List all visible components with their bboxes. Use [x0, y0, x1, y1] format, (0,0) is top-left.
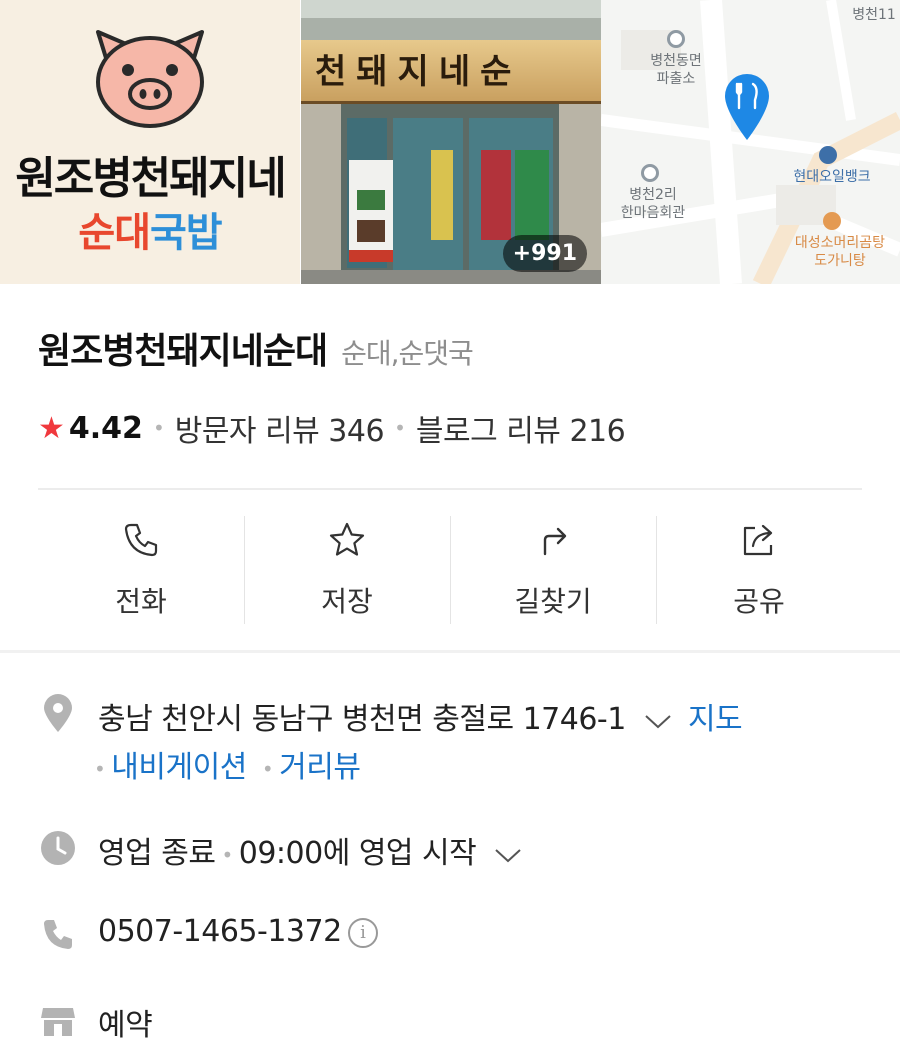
- pig-logo-icon: [96, 30, 204, 128]
- map-label-police: 병천동면 파출소: [650, 53, 702, 87]
- phone-filled-icon: [44, 920, 72, 949]
- address-links-row: • 내비게이션 • 거리뷰: [94, 742, 361, 786]
- phone-row: 0507-1465-1372 i: [98, 914, 378, 949]
- reservation-row[interactable]: 예약: [98, 1000, 153, 1044]
- blog-reviews-link[interactable]: 블로그 리뷰 216: [416, 406, 626, 450]
- map-label-hall: 병천2리 한마음회관: [620, 187, 686, 221]
- map-link[interactable]: 지도: [688, 702, 743, 737]
- chevron-down-icon[interactable]: [493, 845, 523, 865]
- logo-subtitle: 순대국밥: [78, 210, 222, 256]
- divider: [38, 488, 862, 490]
- title-row: 원조병천돼지네순대 순대,순댓국: [38, 322, 474, 374]
- info-icon[interactable]: i: [347, 917, 378, 948]
- star-icon: ★: [38, 410, 65, 446]
- directions-label: 길찾기: [514, 585, 592, 618]
- share-label: 공유: [733, 585, 785, 618]
- store-sign: 천돼지네순: [301, 40, 601, 104]
- photo-strip: 원조병천돼지네 순대국밥 천돼지네순 +991 병천동면 파출소 현대오일뱅크 …: [0, 0, 900, 284]
- business-status: 영업 종료: [98, 836, 216, 871]
- phone-number[interactable]: 0507-1465-1372: [98, 914, 342, 949]
- share-icon: [743, 524, 773, 556]
- directions-icon: [543, 527, 567, 556]
- address-row: 충남 천안시 동남구 병천면 충절로 1746-1 지도: [98, 694, 743, 738]
- visitor-reviews-link[interactable]: 방문자 리뷰 346: [175, 406, 385, 450]
- logo-name: 원조병천돼지네: [15, 153, 286, 204]
- police-station-marker: [667, 30, 685, 48]
- gas-station-marker: [819, 146, 837, 164]
- directions-button[interactable]: 길찾기: [450, 516, 656, 624]
- clock-icon: [41, 831, 75, 865]
- share-button[interactable]: 공유: [656, 516, 862, 624]
- place-category: 순대,순댓국: [341, 337, 474, 370]
- action-bar: 전화 저장 길찾기 공유: [38, 516, 862, 624]
- rating-value: 4.42: [68, 410, 143, 446]
- call-button[interactable]: 전화: [38, 516, 244, 624]
- chevron-down-icon[interactable]: [643, 711, 673, 731]
- location-icon: [44, 694, 72, 732]
- save-label: 저장: [321, 585, 373, 618]
- map-label-gas: 현대오일뱅크: [793, 169, 871, 185]
- map-thumbnail[interactable]: 병천동면 파출소 현대오일뱅크 병천2리 한마음회관 대성소머리곰탕 도가니탕 병천1…: [601, 0, 900, 284]
- phone-icon: [124, 523, 158, 557]
- restaurant-marker: [823, 212, 841, 230]
- call-label: 전화: [115, 585, 167, 618]
- separator-dot: •: [221, 842, 233, 867]
- store-icon: [41, 1008, 75, 1036]
- separator-dot: •: [394, 416, 406, 440]
- address-text: 충남 천안시 동남구 병천면 충절로 1746-1: [98, 702, 626, 737]
- rating-row: ★ 4.42 • 방문자 리뷰 346 • 블로그 리뷰 216: [38, 406, 626, 450]
- photo-count-badge[interactable]: +991: [502, 235, 587, 272]
- navigation-link[interactable]: 내비게이션: [111, 750, 247, 785]
- community-hall-marker: [641, 164, 659, 182]
- place-name: 원조병천돼지네순대: [38, 331, 328, 372]
- location-pin-icon: [725, 74, 769, 140]
- save-button[interactable]: 저장: [244, 516, 450, 624]
- reservation-label: 예약: [98, 1008, 153, 1043]
- map-label-restaurant: 대성소머리곰탕 도가니탕: [794, 235, 886, 269]
- separator-dot: •: [94, 756, 106, 781]
- section-divider: [0, 650, 900, 653]
- business-hours: 09:00에 영업 시작: [238, 836, 477, 871]
- separator-dot: •: [152, 416, 165, 440]
- separator-dot: •: [261, 756, 274, 781]
- photo-storefront[interactable]: 천돼지네순 +991: [301, 0, 601, 284]
- map-label-corner: 병천11: [852, 7, 896, 23]
- photo-logo[interactable]: 원조병천돼지네 순대국밥: [0, 0, 300, 284]
- hours-row[interactable]: 영업 종료 • 09:00에 영업 시작: [98, 828, 523, 872]
- star-outline-icon: [329, 522, 365, 556]
- streetview-link[interactable]: 거리뷰: [279, 750, 361, 785]
